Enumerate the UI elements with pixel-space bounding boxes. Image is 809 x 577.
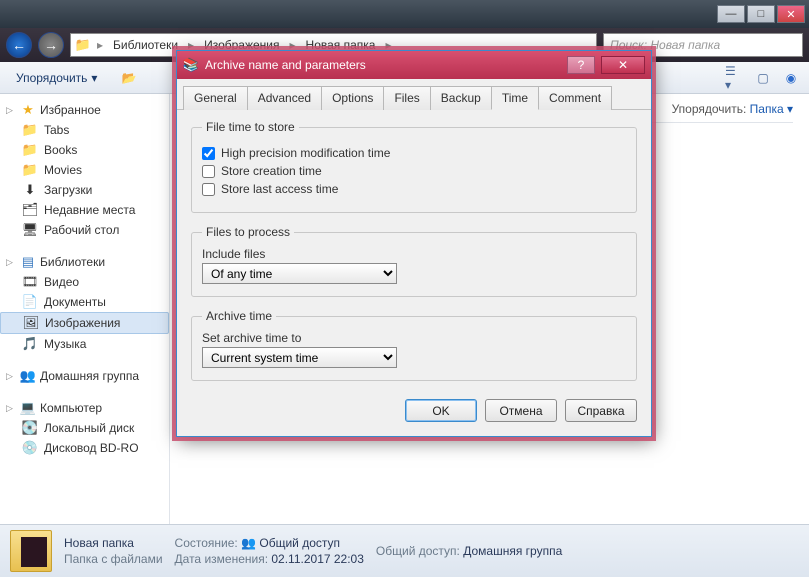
music-icon: 🎵 <box>22 336 38 352</box>
status-name: Новая папка <box>64 536 163 550</box>
computer-icon: 💻 <box>20 400 36 416</box>
sort-label: Упорядочить: <box>672 102 747 116</box>
archive-time-label: Set archive time to <box>202 331 626 345</box>
sidebar-item-tabs[interactable]: 📁Tabs <box>0 120 169 140</box>
status-type: Папка с файлами <box>64 552 163 566</box>
fieldset-files-process: Files to process Include files Of any ti… <box>191 225 637 297</box>
doc-icon: 📄 <box>22 294 38 310</box>
sidebar-item-localdisk[interactable]: 💽Локальный диск <box>0 418 169 438</box>
sidebar-item-recent[interactable]: 🗂Недавние места <box>0 200 169 220</box>
library-icon: ▤ <box>20 254 36 270</box>
picture-icon: 🖼 <box>23 315 39 331</box>
archive-time-select[interactable]: Current system time <box>202 347 397 368</box>
recent-icon: 🗂 <box>22 202 38 218</box>
tab-options[interactable]: Options <box>321 86 384 110</box>
tab-general[interactable]: General <box>183 86 248 110</box>
cancel-button[interactable]: Отмена <box>485 399 557 422</box>
people-icon: 👥 <box>241 536 256 550</box>
dialog-close-button[interactable]: ✕ <box>601 56 645 74</box>
sidebar-item-downloads[interactable]: ⬇Загрузки <box>0 180 169 200</box>
folder-large-icon <box>10 530 52 572</box>
sidebar-item-desktop[interactable]: 🖥Рабочий стол <box>0 220 169 240</box>
help-button[interactable]: Справка <box>565 399 637 422</box>
sidebar-libraries[interactable]: ▷▤Библиотеки <box>0 252 169 272</box>
sidebar-item-bdrom[interactable]: 💿Дисковод BD-RO <box>0 438 169 458</box>
folder-icon: 📁 <box>75 37 91 53</box>
check-store-creation[interactable]: Store creation time <box>202 164 626 178</box>
close-button[interactable]: ✕ <box>777 5 805 23</box>
maximize-button[interactable]: □ <box>747 5 775 23</box>
organize-button[interactable]: Упорядочить ▾ <box>8 68 105 88</box>
sidebar-item-movies[interactable]: 📁Movies <box>0 160 169 180</box>
sidebar-homegroup[interactable]: ▷👥Домашняя группа <box>0 366 169 386</box>
sidebar-item-documents[interactable]: 📄Документы <box>0 292 169 312</box>
view-thumbnails-icon[interactable]: ☰ ▾ <box>725 68 745 88</box>
fieldset-file-time: File time to store High precision modifi… <box>191 120 637 213</box>
tab-files[interactable]: Files <box>383 86 430 110</box>
sidebar-item-books[interactable]: 📁Books <box>0 140 169 160</box>
download-icon: ⬇ <box>22 182 38 198</box>
back-button[interactable]: ← <box>6 32 32 58</box>
video-icon: 🎞 <box>22 274 38 290</box>
desktop-icon: 🖥 <box>22 222 38 238</box>
minimize-button[interactable]: — <box>717 5 745 23</box>
sidebar-favorites[interactable]: ▷★Избранное <box>0 100 169 120</box>
dialog-help-button[interactable]: ? <box>567 56 595 74</box>
forward-button[interactable]: → <box>38 32 64 58</box>
sidebar: ▷★Избранное 📁Tabs 📁Books 📁Movies ⬇Загруз… <box>0 94 170 524</box>
tab-comment[interactable]: Comment <box>538 86 612 110</box>
sidebar-item-pictures[interactable]: 🖼Изображения <box>0 312 169 334</box>
disk-icon: 💽 <box>22 420 38 436</box>
tab-time[interactable]: Time <box>491 86 539 110</box>
preview-pane-icon[interactable]: ▢ <box>753 68 773 88</box>
dialog-title: Archive name and parameters <box>205 58 561 72</box>
folder-icon: 📁 <box>22 162 38 178</box>
dialog-tabs: General Advanced Options Files Backup Ti… <box>177 79 651 110</box>
sidebar-item-music[interactable]: 🎵Музыка <box>0 334 169 354</box>
sidebar-computer[interactable]: ▷💻Компьютер <box>0 398 169 418</box>
archive-dialog: 📚 Archive name and parameters ? ✕ Genera… <box>176 50 652 437</box>
status-bar: Новая папка Папка с файлами Состояние: 👥… <box>0 524 809 577</box>
tab-advanced[interactable]: Advanced <box>247 86 322 110</box>
optical-icon: 💿 <box>22 440 38 456</box>
check-store-access[interactable]: Store last access time <box>202 182 626 196</box>
star-icon: ★ <box>20 102 36 118</box>
open-button[interactable]: 📂 <box>113 68 144 88</box>
folder-icon: 📁 <box>22 142 38 158</box>
sort-dropdown[interactable]: Папка ▾ <box>750 102 793 116</box>
window-titlebar: — □ ✕ <box>0 0 809 28</box>
homegroup-icon: 👥 <box>20 368 36 384</box>
check-high-precision[interactable]: High precision modification time <box>202 146 626 160</box>
tab-backup[interactable]: Backup <box>430 86 492 110</box>
crumb-1[interactable]: Библиотеки <box>109 38 182 52</box>
winrar-icon: 📚 <box>183 57 199 73</box>
include-files-label: Include files <box>202 247 626 261</box>
sidebar-item-video[interactable]: 🎞Видео <box>0 272 169 292</box>
include-files-select[interactable]: Of any time <box>202 263 397 284</box>
ok-button[interactable]: OK <box>405 399 477 422</box>
help-icon[interactable]: ◉ <box>781 68 801 88</box>
fieldset-archive-time: Archive time Set archive time to Current… <box>191 309 637 381</box>
folder-icon: 📁 <box>22 122 38 138</box>
dialog-titlebar[interactable]: 📚 Archive name and parameters ? ✕ <box>177 51 651 79</box>
